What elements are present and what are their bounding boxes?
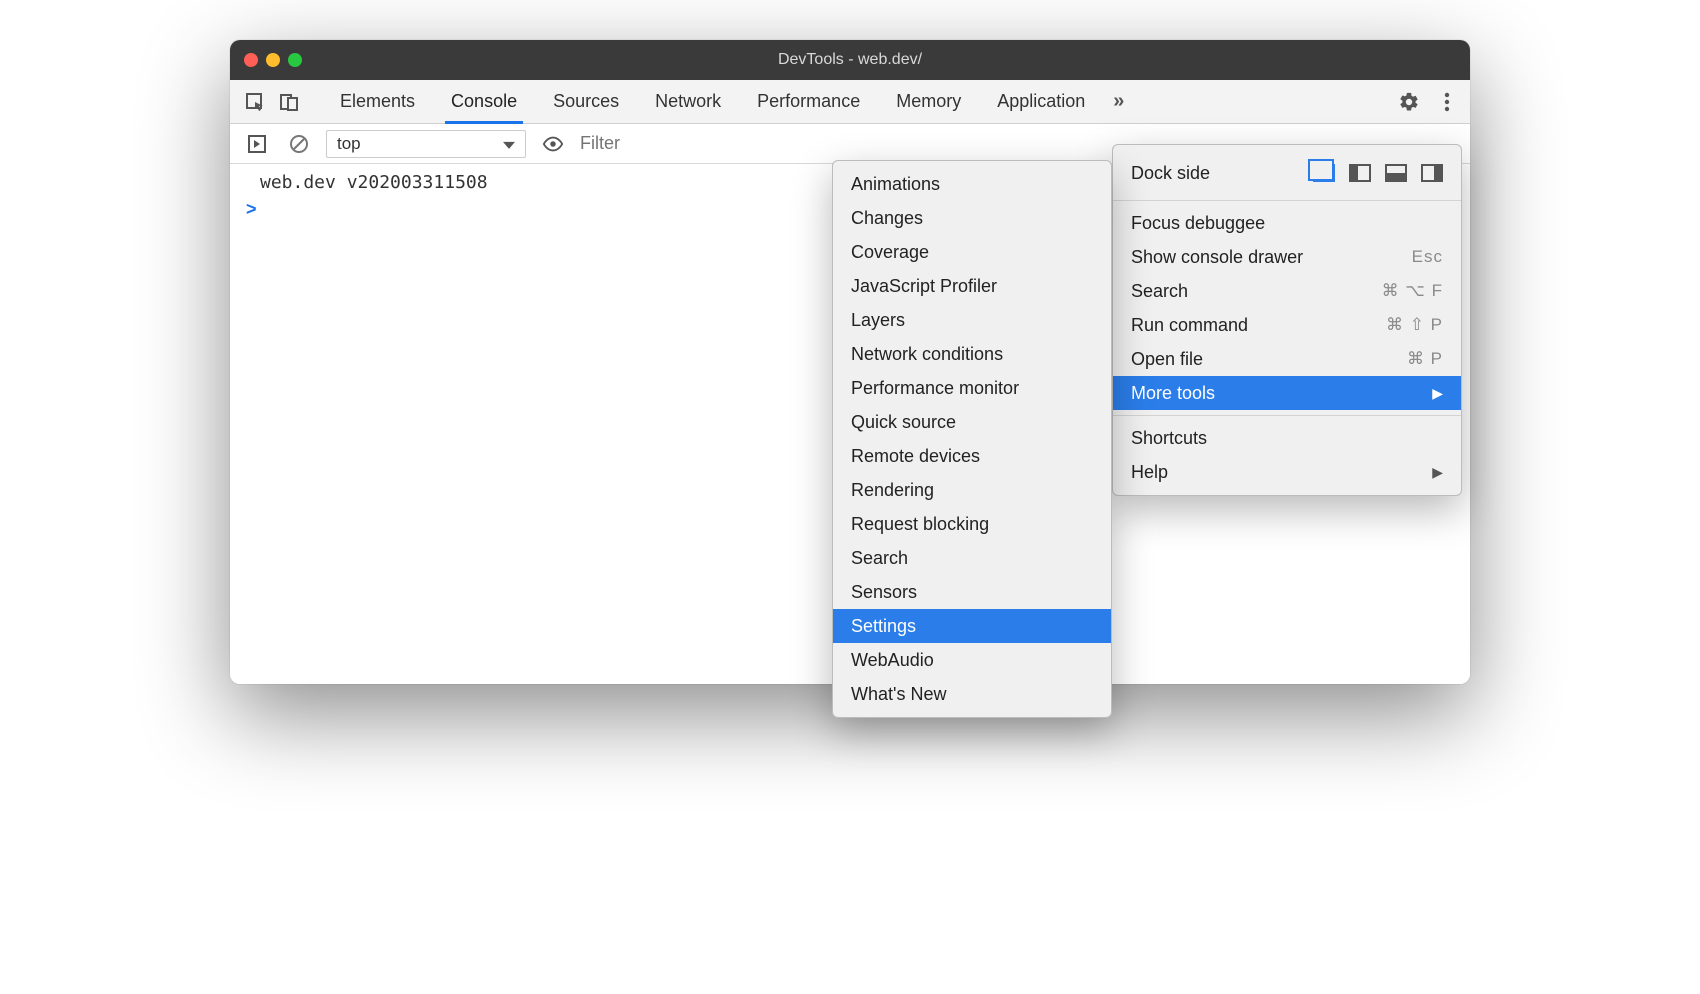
tab-memory[interactable]: Memory <box>878 80 979 123</box>
submenu-item-settings[interactable]: Settings <box>833 609 1111 643</box>
menu-item-label: Help <box>1131 462 1168 483</box>
submenu-item-label: Quick source <box>851 412 956 433</box>
menu-item-shortcut: ⌘ ⌥ F <box>1382 281 1443 301</box>
device-toolbar-icon[interactable] <box>274 87 304 117</box>
tab-performance[interactable]: Performance <box>739 80 878 123</box>
menu-item-label: Open file <box>1131 349 1203 370</box>
submenu-item-webaudio[interactable]: WebAudio <box>833 643 1111 677</box>
execution-context-select[interactable]: top <box>326 130 526 158</box>
submenu-arrow-icon: ▶ <box>1432 464 1443 481</box>
inspect-element-icon[interactable] <box>240 87 270 117</box>
close-window-button[interactable] <box>244 53 258 67</box>
more-tools-submenu: Animations Changes Coverage JavaScript Prof… <box>832 160 1112 718</box>
submenu-item-performance-monitor[interactable]: Performance monitor <box>833 371 1111 405</box>
submenu-item-javascript-profiler[interactable]: JavaScript Profiler <box>833 269 1111 303</box>
submenu-item-request-blocking[interactable]: Request blocking <box>833 507 1111 541</box>
live-expression-eye-icon[interactable] <box>538 129 568 159</box>
submenu-item-what-s-new[interactable]: What's New <box>833 677 1111 711</box>
dock-side-row: Dock side <box>1113 151 1461 195</box>
menu-item-label: Search <box>1131 281 1188 302</box>
tab-console[interactable]: Console <box>433 80 535 123</box>
devtools-window: DevTools - web.dev/ Elements Console Sou… <box>230 40 1470 684</box>
menu-item-run-command[interactable]: Run command ⌘ ⇧ P <box>1113 308 1461 342</box>
dock-bottom-icon[interactable] <box>1385 164 1407 182</box>
submenu-item-changes[interactable]: Changes <box>833 201 1111 235</box>
submenu-item-label: Layers <box>851 310 905 331</box>
menu-item-help[interactable]: Help ▶ <box>1113 455 1461 489</box>
menu-item-label: Focus debuggee <box>1131 213 1265 234</box>
menu-item-shortcuts[interactable]: Shortcuts <box>1113 421 1461 455</box>
menu-item-shortcut: ⌘ ⇧ P <box>1386 315 1443 335</box>
tab-network[interactable]: Network <box>637 80 739 123</box>
submenu-arrow-icon: ▶ <box>1432 385 1443 402</box>
submenu-item-label: Coverage <box>851 242 929 263</box>
execution-context-value: top <box>337 134 361 153</box>
menu-item-open-file[interactable]: Open file ⌘ P <box>1113 342 1461 376</box>
submenu-item-label: Animations <box>851 174 940 195</box>
clear-console-icon[interactable] <box>284 129 314 159</box>
submenu-item-remote-devices[interactable]: Remote devices <box>833 439 1111 473</box>
settings-gear-icon[interactable] <box>1394 87 1424 117</box>
submenu-item-quick-source[interactable]: Quick source <box>833 405 1111 439</box>
menu-item-label: More tools <box>1131 383 1215 404</box>
submenu-item-label: Performance monitor <box>851 378 1019 399</box>
dock-left-icon[interactable] <box>1349 164 1371 182</box>
submenu-item-label: WebAudio <box>851 650 934 671</box>
console-sidebar-toggle-icon[interactable] <box>242 129 272 159</box>
window-title: DevTools - web.dev/ <box>230 51 1470 69</box>
kebab-menu-icon[interactable] <box>1432 87 1462 117</box>
menu-item-label: Shortcuts <box>1131 428 1207 449</box>
submenu-item-network-conditions[interactable]: Network conditions <box>833 337 1111 371</box>
submenu-item-coverage[interactable]: Coverage <box>833 235 1111 269</box>
submenu-item-label: Network conditions <box>851 344 1003 365</box>
devtools-tabbar: Elements Console Sources Network Perform… <box>230 80 1470 124</box>
submenu-item-label: Search <box>851 548 908 569</box>
menu-item-shortcut: Esc <box>1412 247 1443 267</box>
submenu-item-label: Changes <box>851 208 923 229</box>
submenu-item-label: Sensors <box>851 582 917 603</box>
submenu-item-label: Rendering <box>851 480 934 501</box>
submenu-item-rendering[interactable]: Rendering <box>833 473 1111 507</box>
dock-undock-icon[interactable] <box>1313 164 1335 182</box>
window-controls <box>244 53 302 67</box>
maximize-window-button[interactable] <box>288 53 302 67</box>
menu-item-label: Run command <box>1131 315 1248 336</box>
dock-side-label: Dock side <box>1131 163 1210 184</box>
submenu-item-animations[interactable]: Animations <box>833 167 1111 201</box>
tab-sources[interactable]: Sources <box>535 80 637 123</box>
submenu-item-label: Request blocking <box>851 514 989 535</box>
menu-item-show-console-drawer[interactable]: Show console drawer Esc <box>1113 240 1461 274</box>
menu-item-shortcut: ⌘ P <box>1407 349 1443 369</box>
menu-separator <box>1113 200 1461 201</box>
submenu-item-label: Remote devices <box>851 446 980 467</box>
tab-application[interactable]: Application <box>979 80 1103 123</box>
minimize-window-button[interactable] <box>266 53 280 67</box>
submenu-item-layers[interactable]: Layers <box>833 303 1111 337</box>
dock-right-icon[interactable] <box>1421 164 1443 182</box>
main-menu-dropdown: Dock side Focus debuggee Show console dr… <box>1112 144 1462 496</box>
submenu-item-sensors[interactable]: Sensors <box>833 575 1111 609</box>
submenu-item-label: What's New <box>851 684 946 705</box>
menu-item-search[interactable]: Search ⌘ ⌥ F <box>1113 274 1461 308</box>
menu-separator <box>1113 415 1461 416</box>
tab-overflow-button[interactable]: » <box>1103 80 1130 123</box>
menu-item-focus-debuggee[interactable]: Focus debuggee <box>1113 206 1461 240</box>
submenu-item-search[interactable]: Search <box>833 541 1111 575</box>
submenu-item-label: JavaScript Profiler <box>851 276 997 297</box>
menu-item-label: Show console drawer <box>1131 247 1303 268</box>
menu-item-more-tools[interactable]: More tools ▶ <box>1113 376 1461 410</box>
panel-tabs: Elements Console Sources Network Perform… <box>322 80 1130 123</box>
tab-elements[interactable]: Elements <box>322 80 433 123</box>
titlebar: DevTools - web.dev/ <box>230 40 1470 80</box>
submenu-item-label: Settings <box>851 616 916 637</box>
